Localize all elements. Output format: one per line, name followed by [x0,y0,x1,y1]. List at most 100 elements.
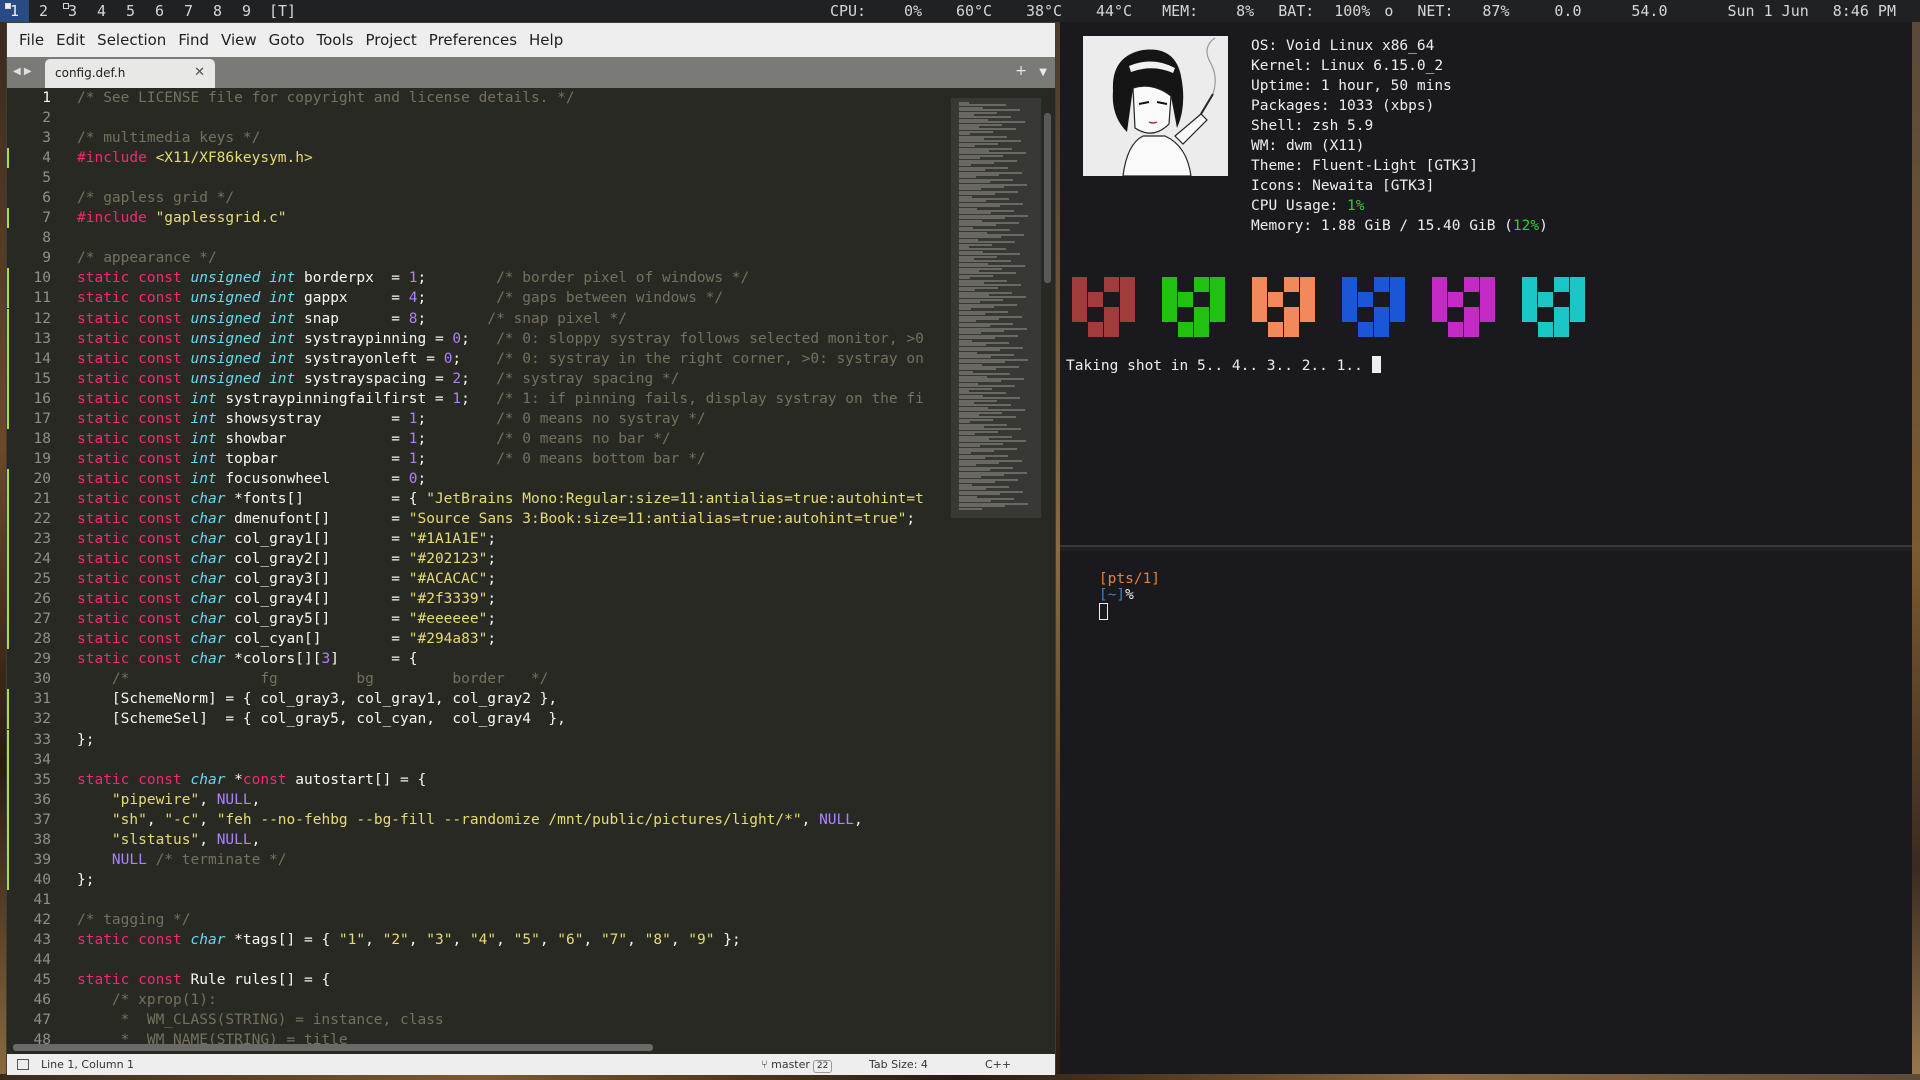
code-line[interactable]: 34 [7,749,951,770]
menu-selection[interactable]: Selection [91,31,172,49]
code-line[interactable]: 1 /* See LICENSE file for copyright and l… [7,88,951,108]
code-area[interactable]: 1 /* See LICENSE file for copyright and l… [7,88,951,1054]
vertical-scrollbar[interactable] [1044,113,1051,283]
line-source: static const char *colors[][3] = { [77,649,418,669]
syntax-selector[interactable]: C++ [985,1054,1011,1075]
code-line[interactable]: 43 static const char *tags[] = { "1", "2"… [7,930,951,950]
code-line[interactable]: 30 /* fg bg border */ [7,669,951,689]
tag-4[interactable]: 4 [87,0,116,22]
code-line[interactable]: 27 static const char col_gray5[] = "#eeee… [7,609,951,630]
shell-prompt[interactable]: [pts/1] [~]% [1064,555,1160,637]
code-line[interactable]: 26 static const char col_gray4[] = "#2f33… [7,589,951,610]
code-line[interactable]: 6 /* gapless grid */ [7,188,951,208]
code-line[interactable]: 44 [7,950,951,970]
tag-3[interactable]: 3 [58,0,87,22]
menu-preferences[interactable]: Preferences [423,31,523,49]
menu-file[interactable]: File [13,31,50,49]
code-line[interactable]: 39 NULL /* terminate */ [7,849,951,870]
line-source: static const unsigned int borderpx = 1; … [77,268,749,288]
code-line[interactable]: 40}; [7,869,951,890]
plus-icon[interactable]: + [1015,63,1027,79]
code-line[interactable]: 25 static const char col_gray3[] = "#ACAC… [7,569,951,590]
editor-status-bar: Line 1, Column 1 ⑂ master 22 Tab Size: 4 … [7,1054,1055,1075]
code-line[interactable]: 35 static const char *const autostart[] =… [7,769,951,790]
code-line[interactable]: 46 /* xprop(1): [7,990,951,1010]
menu-view[interactable]: View [215,31,263,49]
tab-tools[interactable]: + ▼ [1015,63,1047,79]
code-line[interactable]: 18 static const int showbar = 1; /* 0 mea… [7,429,951,449]
code-line[interactable]: 8 [7,228,951,248]
code-line[interactable]: 3 /* multimedia keys */ [7,128,951,148]
code-line[interactable]: 14 static const unsigned int systrayonlef… [7,348,951,369]
code-line[interactable]: 7 #include "gaplessgrid.c" [7,208,951,229]
terminal-fetch[interactable]: OS: Void Linux x86_64 Kernel: Linux 6.15… [1060,22,1912,545]
tag-5[interactable]: 5 [116,0,145,22]
cursor-position[interactable]: Line 1, Column 1 [41,1054,134,1075]
layout-indicator[interactable]: [T] [269,0,296,22]
code-line[interactable]: 2 [7,108,951,128]
code-line[interactable]: 5 [7,168,951,188]
code-token: #include [77,150,156,167]
menu-help[interactable]: Help [523,31,569,49]
terminal-shell[interactable]: [pts/1] [~]% [1060,551,1912,1074]
chevron-down-icon[interactable]: ▼ [1039,67,1047,78]
code-line[interactable]: 23 static const char col_gray1[] = "#1A1A… [7,529,951,550]
tag-6[interactable]: 6 [145,0,174,22]
code-line[interactable]: 20 static const int focusonwheel = 0; [7,468,951,489]
code-line[interactable]: 21 static const char *fonts[] = { "JetBra… [7,488,951,509]
code-line[interactable]: 15 static const unsigned int systrayspaci… [7,368,951,389]
code-line[interactable]: 45 static const Rule rules[] = { [7,970,951,990]
color-cell [1072,277,1087,292]
git-branch[interactable]: ⑂ master 22 [761,1054,833,1075]
date: Sun 1 Jun [1727,2,1809,20]
tag-9[interactable]: 9 [232,0,261,22]
prompt-dir: [~] [1098,587,1126,603]
menu-project[interactable]: Project [359,31,422,49]
code-token: unsigned int [190,350,304,367]
code-line[interactable]: 19 static const int topbar = 1; /* 0 mean… [7,449,951,469]
code-line[interactable]: 24 static const char col_gray2[] = "#2021… [7,549,951,570]
code-line[interactable]: 36 "pipewire", NULL, [7,789,951,810]
menu-edit[interactable]: Edit [50,31,91,49]
code-token: unsigned int [190,310,304,327]
code-line[interactable]: 42 /* tagging */ [7,910,951,930]
menu-tools[interactable]: Tools [311,31,360,49]
fetch-shell: Shell: zsh 5.9 [1251,118,1374,134]
tab-size[interactable]: Tab Size: 4 [869,1054,928,1075]
sublime-text-window[interactable]: File Edit Selection Find View Goto Tools Projec… [6,22,1056,1075]
code-line[interactable]: 33}; [7,729,951,750]
code-line[interactable]: 32 [SchemeSel] = { col_gray5, col_cyan, … [7,709,951,730]
code-line[interactable]: 22 static const char dmenufont[] = "Sourc… [7,508,951,529]
code-line[interactable]: 12 static const unsigned int snap = 8; /*… [7,308,951,329]
code-line[interactable]: 41 [7,890,951,910]
code-line[interactable]: 13 static const unsigned int systraypinni… [7,328,951,349]
code-line[interactable]: 37 "sh", "-c", "feh --no-fehbg --bg-fill… [7,809,951,830]
code-line[interactable]: 10 static const unsigned int borderpx = 1… [7,268,951,289]
minimap[interactable] [951,88,1051,1054]
code-line[interactable]: 29 static const char *colors[][3] = { [7,649,951,669]
code-line[interactable]: 17 static const int showsystray = 1; /* 0… [7,408,951,429]
horizontal-scrollbar[interactable] [13,1044,653,1051]
tag-8[interactable]: 8 [203,0,232,22]
code-line[interactable]: 11 static const unsigned int gappx = 4; /… [7,288,951,309]
menu-find[interactable]: Find [172,31,215,49]
color-cell [1162,292,1177,307]
menu-goto[interactable]: Goto [263,31,311,49]
code-line[interactable]: 28 static const char col_cyan[] = "#294a8… [7,629,951,650]
tag-2[interactable]: 2 [29,0,58,22]
sidebar-toggle-icon[interactable] [17,1059,29,1070]
tag-7[interactable]: 7 [174,0,203,22]
code-line[interactable]: 47 * WM_CLASS(STRING) = instance, class [7,1010,951,1030]
code-line[interactable]: 16 static const int systraypinningfailfir… [7,388,951,409]
code-token: "-c" [164,811,200,828]
tab-config-def-h[interactable]: config.def.h ✕ [45,59,215,88]
code-line[interactable]: 31 [SchemeNorm] = { col_gray3, col_gray1… [7,689,951,710]
tag-1[interactable]: 1 [0,0,29,22]
code-line[interactable]: 38 "slstatus", NULL, [7,829,951,850]
close-icon[interactable]: ✕ [194,65,205,80]
code-line[interactable]: 9 /* appearance */ [7,248,951,268]
code-token: }; [77,871,95,888]
code-token: 1 [408,270,418,287]
code-line[interactable]: 4 #include <X11/XF86keysym.h> [7,148,951,169]
tab-nav-arrows[interactable]: ◀ ▶ [13,66,32,77]
